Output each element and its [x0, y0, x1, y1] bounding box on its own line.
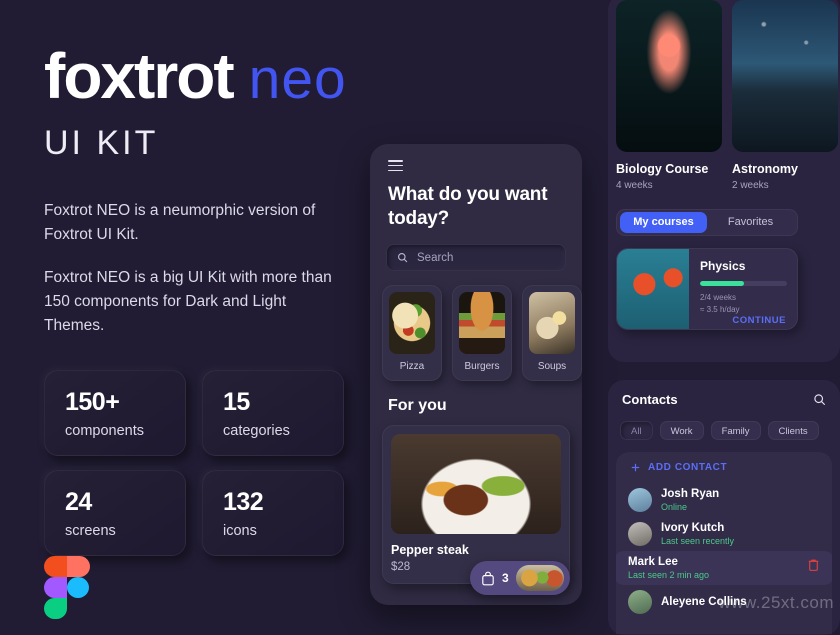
continue-button[interactable]: CONTINUE: [700, 315, 787, 326]
stat-card-categories: 15 categories: [202, 370, 344, 457]
current-course-title: Physics: [700, 259, 746, 273]
stat-label: categories: [223, 423, 290, 440]
course-duration: 4 weeks: [616, 180, 653, 191]
contact-name: Ivory Kutch: [661, 522, 725, 534]
figma-logo-icon: [44, 556, 90, 619]
contact-filters: All Work Family Clients: [608, 407, 840, 440]
list-item[interactable]: Josh Ryan Online: [616, 483, 832, 517]
contact-status: Online: [661, 502, 688, 512]
for-you-title: For you: [388, 397, 447, 415]
search-icon: [398, 253, 408, 263]
logo-foxtrot: foxtrot: [44, 40, 235, 112]
category-card-pizza[interactable]: Pizza: [382, 285, 442, 382]
category-card-soups[interactable]: Soups: [522, 285, 582, 382]
tab-my-courses[interactable]: My courses: [620, 212, 707, 233]
delete-icon[interactable]: [807, 558, 820, 572]
add-contact-button[interactable]: ADD CONTACT: [616, 462, 832, 483]
course-title: Biology Course: [616, 162, 709, 176]
stat-value: 15: [223, 388, 250, 417]
burger-image: [459, 292, 505, 355]
contact-name: Mark Lee: [628, 556, 678, 568]
food-app-mockup: What do you want today? Search Pizza Bur…: [370, 144, 582, 605]
stat-value: 24: [65, 488, 92, 517]
watermark: www.25xt.com: [718, 593, 834, 612]
cart-thumbnail: [515, 565, 564, 591]
dish-image: [391, 434, 561, 535]
courses-panel: Biology Course 4 weeks Astronomy 2 weeks…: [608, 0, 840, 362]
hero-description: Foxtrot NEO is a neumorphic version of F…: [44, 199, 344, 338]
screenshot-root: foxtrot neo UI KIT Foxtrot NEO is a neum…: [0, 0, 840, 635]
stat-card-icons: 132 icons: [202, 470, 344, 557]
description-paragraph-2: Foxtrot NEO is a big UI Kit with more th…: [44, 269, 332, 335]
avatar: [628, 590, 652, 614]
list-item-selected[interactable]: Mark Lee Last seen 2 min ago: [616, 551, 832, 585]
course-cards: Biology Course 4 weeks Astronomy 2 weeks: [608, 0, 840, 191]
current-course-card[interactable]: Physics 2/4 weeks ≈ 3.5 h/day CONTINUE: [616, 248, 798, 330]
contacts-title: Contacts: [622, 392, 678, 407]
contact-name: Josh Ryan: [661, 488, 720, 500]
stat-label: screens: [65, 523, 116, 540]
food-app-heading: What do you want today?: [388, 184, 548, 229]
progress-bar: [700, 281, 787, 286]
category-label: Pizza: [399, 361, 425, 373]
stat-value: 150+: [65, 388, 120, 417]
filter-chip-work[interactable]: Work: [659, 421, 704, 440]
category-label: Soups: [537, 361, 567, 373]
hamburger-menu-icon[interactable]: [388, 160, 403, 172]
pizza-image: [389, 292, 435, 355]
category-card-burgers[interactable]: Burgers: [452, 285, 512, 382]
cart-count: 3: [502, 571, 509, 585]
biology-course-image: [616, 0, 722, 152]
course-title: Astronomy: [732, 162, 798, 176]
contacts-header: Contacts: [608, 392, 840, 407]
cart-button[interactable]: 3: [470, 561, 570, 595]
list-item[interactable]: Ivory Kutch Last seen recently: [616, 517, 832, 551]
course-card-biology[interactable]: Biology Course 4 weeks: [616, 0, 722, 191]
courses-tabs: My courses Favorites: [616, 209, 798, 236]
right-column: Biology Course 4 weeks Astronomy 2 weeks…: [600, 0, 840, 635]
tab-favorites[interactable]: Favorites: [707, 212, 794, 233]
avatar: [628, 488, 652, 512]
shopping-bag-icon: [482, 571, 494, 585]
current-course-body: Physics 2/4 weeks ≈ 3.5 h/day CONTINUE: [689, 249, 797, 329]
stat-card-screens: 24 screens: [44, 470, 186, 557]
search-input[interactable]: Search: [386, 244, 566, 272]
course-card-astronomy[interactable]: Astronomy 2 weeks: [732, 0, 838, 191]
dish-name: Pepper steak: [391, 543, 469, 558]
stat-card-components: 150+ components: [44, 370, 186, 457]
course-weeks: 2/4 weeks: [700, 293, 737, 302]
avatar: [628, 522, 652, 546]
course-pace: ≈ 3.5 h/day: [700, 304, 740, 314]
add-contact-label: ADD CONTACT: [648, 462, 728, 473]
stat-label: icons: [223, 523, 257, 540]
description-paragraph-1: Foxtrot NEO is a neumorphic version of F…: [44, 202, 316, 244]
category-label: Burgers: [464, 361, 500, 373]
contact-status: Last seen recently: [661, 536, 735, 546]
physics-course-image: [617, 249, 689, 329]
filter-chip-family[interactable]: Family: [710, 421, 761, 440]
astronomy-course-image: [732, 0, 838, 152]
contact-status: Last seen 2 min ago: [628, 570, 710, 580]
stat-value: 132: [223, 488, 264, 517]
category-list: Pizza Burgers Soups: [382, 285, 582, 382]
soup-image: [529, 292, 575, 355]
logo-neo: neo: [248, 47, 347, 111]
filter-chip-clients[interactable]: Clients: [767, 421, 819, 440]
course-meta: 2/4 weeks ≈ 3.5 h/day: [700, 292, 787, 315]
filter-chip-all[interactable]: All: [620, 421, 653, 440]
plus-icon: [631, 463, 640, 472]
stat-label: components: [65, 423, 144, 440]
course-duration: 2 weeks: [732, 180, 769, 191]
search-icon[interactable]: [813, 393, 826, 406]
search-placeholder: Search: [417, 251, 454, 264]
brand-logo: foxtrot neo: [44, 44, 600, 108]
